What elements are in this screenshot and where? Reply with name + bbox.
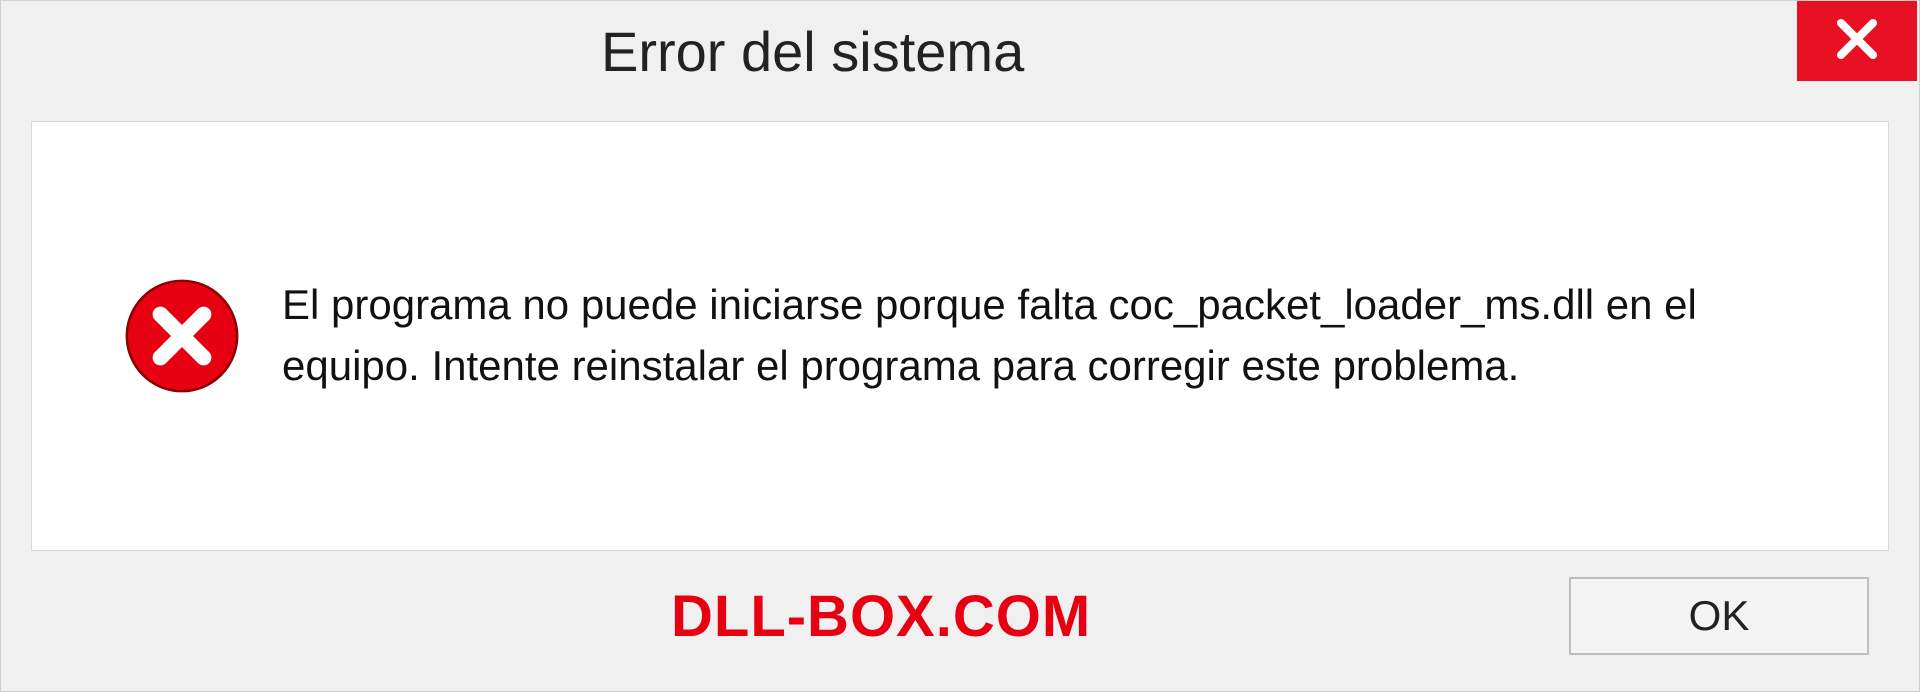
- error-icon: [122, 276, 242, 396]
- error-message: El programa no puede iniciarse porque fa…: [282, 275, 1828, 397]
- ok-button-label: OK: [1689, 592, 1750, 640]
- error-dialog: Error del sistema El programa no puede i…: [0, 0, 1920, 692]
- titlebar: Error del sistema: [1, 1, 1919, 101]
- dialog-title: Error del sistema: [601, 19, 1024, 84]
- watermark-text: DLL-BOX.COM: [671, 583, 1091, 650]
- ok-button[interactable]: OK: [1569, 577, 1869, 655]
- content-panel: El programa no puede iniciarse porque fa…: [31, 121, 1889, 551]
- close-icon: [1833, 15, 1881, 68]
- dialog-footer: DLL-BOX.COM OK: [1, 561, 1919, 691]
- close-button[interactable]: [1797, 1, 1917, 81]
